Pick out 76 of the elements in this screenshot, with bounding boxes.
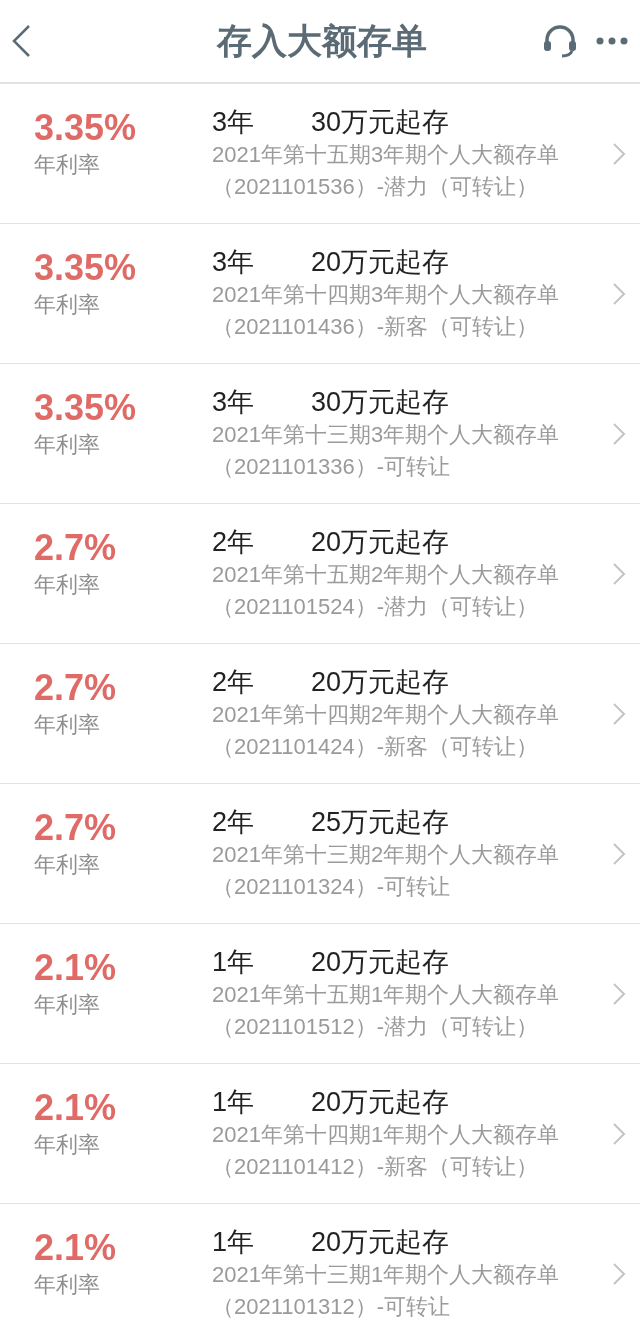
headset-icon[interactable]	[542, 24, 578, 58]
chevron-icon	[612, 841, 626, 866]
minimum-deposit: 25万元起存	[311, 805, 450, 839]
rate-label: 年利率	[34, 1271, 101, 1299]
interest-rate: 2.7%	[34, 528, 118, 568]
term: 3年	[212, 245, 256, 279]
chevron-icon	[612, 561, 626, 586]
term: 2年	[212, 525, 256, 559]
product-name: 2021年第十四期1年期个人大额存单	[212, 1120, 561, 1149]
chevron-icon	[612, 1261, 626, 1286]
minimum-deposit: 20万元起存	[311, 1085, 450, 1119]
product-row[interactable]: 2.1% 年利率 1年 20万元起存 2021年第十四期1年期个人大额存单 （2021101412）-新客（可转让）	[0, 1064, 640, 1204]
rate-label: 年利率	[34, 851, 101, 879]
interest-rate: 2.7%	[34, 668, 118, 708]
chevron-icon	[612, 421, 626, 446]
product-name: 2021年第十三期3年期个人大额存单	[212, 420, 561, 449]
product-row[interactable]: 2.7% 年利率 2年 25万元起存 2021年第十三期2年期个人大额存单 （2021101324）-可转让	[0, 784, 640, 924]
rate-label: 年利率	[34, 151, 101, 179]
minimum-deposit: 20万元起存	[311, 1225, 450, 1259]
term: 3年	[212, 105, 256, 139]
term: 3年	[212, 385, 256, 419]
chevron-icon	[612, 701, 626, 726]
product-name: 2021年第十四期2年期个人大额存单	[212, 700, 561, 729]
interest-rate: 2.1%	[34, 1228, 118, 1268]
product-name: 2021年第十三期1年期个人大额存单	[212, 1260, 561, 1289]
product-code: （2021101412）-新客（可转让）	[212, 1152, 540, 1181]
product-row[interactable]: 2.1% 年利率 1年 20万元起存 2021年第十三期1年期个人大额存单 （2021101312）-可转让	[0, 1204, 640, 1339]
product-row[interactable]: 3.35% 年利率 3年 30万元起存 2021年第十三期3年期个人大额存单 （2021101336）-可转让	[0, 364, 640, 504]
more-icon[interactable]	[596, 37, 628, 45]
chevron-icon	[612, 1121, 626, 1146]
minimum-deposit: 30万元起存	[311, 385, 450, 419]
term: 1年	[212, 1225, 256, 1259]
rate-label: 年利率	[34, 571, 101, 599]
product-code: （2021101336）-可转让	[212, 452, 452, 481]
interest-rate: 3.35%	[34, 388, 138, 428]
interest-rate: 2.1%	[34, 948, 118, 988]
product-row[interactable]: 3.35% 年利率 3年 30万元起存 2021年第十五期3年期个人大额存单 （2021101536）-潜力（可转让）	[0, 84, 640, 224]
product-name: 2021年第十四期3年期个人大额存单	[212, 280, 561, 309]
chevron-icon	[612, 981, 626, 1006]
minimum-deposit: 30万元起存	[311, 105, 450, 139]
product-name: 2021年第十三期2年期个人大额存单	[212, 840, 561, 869]
product-row[interactable]: 2.1% 年利率 1年 20万元起存 2021年第十五期1年期个人大额存单 （2021101512）-潜力（可转让）	[0, 924, 640, 1064]
product-code: （2021101312）-可转让	[212, 1292, 452, 1321]
term: 2年	[212, 805, 256, 839]
interest-rate: 3.35%	[34, 108, 138, 148]
product-name: 2021年第十五期1年期个人大额存单	[212, 980, 561, 1009]
back-icon[interactable]	[10, 24, 32, 58]
term: 1年	[212, 1085, 256, 1119]
term: 2年	[212, 665, 256, 699]
rate-label: 年利率	[34, 291, 101, 319]
page-title: 存入大额存单	[217, 19, 427, 62]
minimum-deposit: 20万元起存	[311, 525, 450, 559]
product-row[interactable]: 2.7% 年利率 2年 20万元起存 2021年第十四期2年期个人大额存单 （2021101424）-新客（可转让）	[0, 644, 640, 784]
product-code: （2021101536）-潜力（可转让）	[212, 172, 540, 201]
interest-rate: 2.1%	[34, 1088, 118, 1128]
interest-rate: 2.7%	[34, 808, 118, 848]
chevron-icon	[612, 281, 626, 306]
rate-label: 年利率	[34, 991, 101, 1019]
product-code: （2021101324）-可转让	[212, 872, 452, 901]
product-name: 2021年第十五期2年期个人大额存单	[212, 560, 561, 589]
product-code: （2021101512）-潜力（可转让）	[212, 1012, 540, 1041]
term: 1年	[212, 945, 256, 979]
rate-label: 年利率	[34, 431, 101, 459]
chevron-icon	[612, 141, 626, 166]
rate-label: 年利率	[34, 711, 101, 739]
interest-rate: 3.35%	[34, 248, 138, 288]
product-row[interactable]: 2.7% 年利率 2年 20万元起存 2021年第十五期2年期个人大额存单 （2021101524）-潜力（可转让）	[0, 504, 640, 644]
minimum-deposit: 20万元起存	[311, 245, 450, 279]
rate-label: 年利率	[34, 1131, 101, 1159]
product-row[interactable]: 3.35% 年利率 3年 20万元起存 2021年第十四期3年期个人大额存单 （2021101436）-新客（可转让）	[0, 224, 640, 364]
minimum-deposit: 20万元起存	[311, 945, 450, 979]
minimum-deposit: 20万元起存	[311, 665, 450, 699]
product-code: （2021101424）-新客（可转让）	[212, 732, 540, 761]
product-name: 2021年第十五期3年期个人大额存单	[212, 140, 561, 169]
product-code: （2021101436）-新客（可转让）	[212, 312, 540, 341]
product-code: （2021101524）-潜力（可转让）	[212, 592, 540, 621]
